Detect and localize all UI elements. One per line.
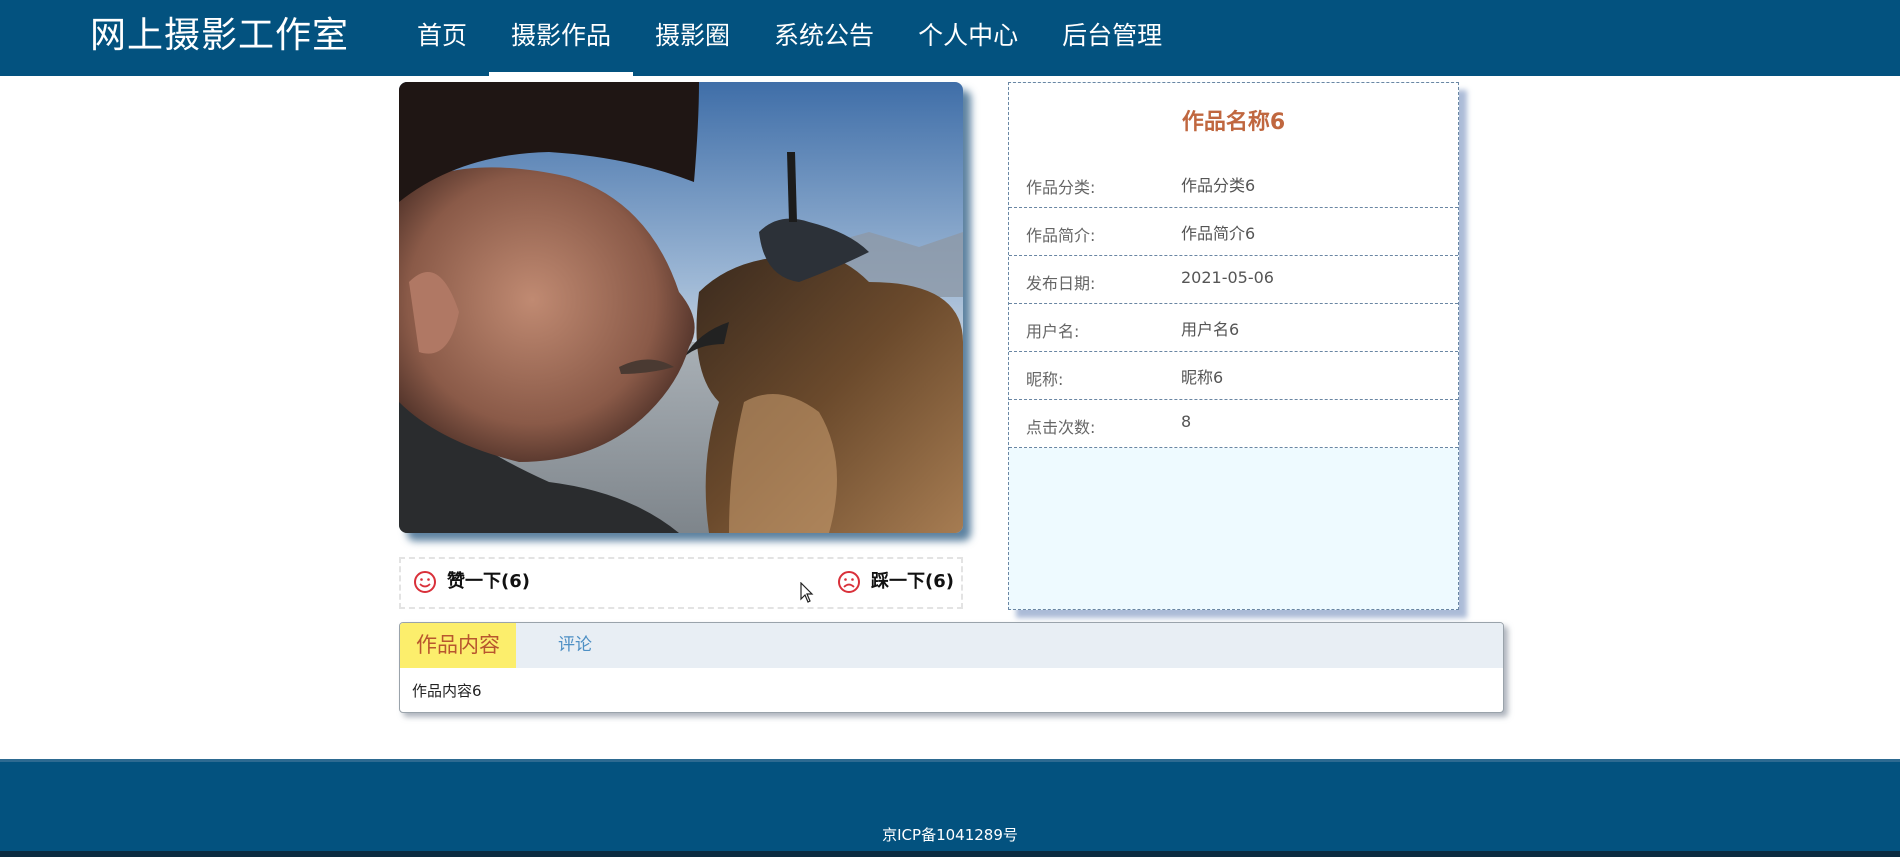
- content-tabs: 作品内容 评论 作品内容6: [399, 622, 1504, 713]
- vote-bar: 赞一下(6) 踩一下(6): [399, 557, 963, 609]
- tab-work-content[interactable]: 作品内容: [400, 623, 516, 668]
- info-value: 作品简介6: [1181, 224, 1256, 243]
- nav-item-home[interactable]: 首页: [395, 0, 489, 76]
- tab-comments[interactable]: 评论: [516, 623, 634, 668]
- frown-icon: [838, 571, 860, 593]
- smile-icon: [414, 571, 436, 593]
- tab-body-content: 作品内容6: [412, 682, 482, 700]
- info-row-nickname: 昵称: 昵称6: [1009, 352, 1458, 400]
- like-button[interactable]: 赞一下(6): [413, 570, 530, 594]
- top-header: 网上摄影工作室 首页 摄影作品 摄影圈 系统公告 个人中心 后台管理: [0, 0, 1900, 76]
- tab-header: 作品内容 评论: [400, 623, 1503, 668]
- icp-text: 京ICP备1041289号: [882, 826, 1018, 844]
- page-footer: 京ICP备1041289号: [0, 759, 1900, 857]
- work-info-panel: 作品名称6 作品分类: 作品分类6 作品简介: 作品简介6 发布日期: 2021…: [1008, 82, 1459, 610]
- info-key: 用户名:: [1026, 322, 1080, 341]
- info-row-summary: 作品简介: 作品简介6: [1009, 208, 1458, 256]
- info-key: 点击次数:: [1026, 418, 1096, 437]
- nav-item-announcements[interactable]: 系统公告: [752, 0, 896, 76]
- dislike-button[interactable]: 踩一下(6): [837, 570, 954, 594]
- info-row-date: 发布日期: 2021-05-06: [1009, 256, 1458, 304]
- info-key: 昵称:: [1026, 370, 1064, 389]
- info-value: 作品分类6: [1181, 176, 1256, 195]
- main-nav: 首页 摄影作品 摄影圈 系统公告 个人中心 后台管理: [395, 0, 1184, 76]
- nav-item-works[interactable]: 摄影作品: [489, 0, 634, 76]
- footer-bottom-bar: [0, 851, 1900, 857]
- info-value: 用户名6: [1181, 320, 1240, 339]
- info-value: 昵称6: [1181, 368, 1224, 387]
- nav-item-admin[interactable]: 后台管理: [1040, 0, 1184, 76]
- info-key: 发布日期:: [1026, 274, 1096, 293]
- nav-item-profile[interactable]: 个人中心: [896, 0, 1040, 76]
- info-key: 作品分类:: [1026, 178, 1096, 197]
- work-photo: [399, 82, 963, 533]
- site-logo[interactable]: 网上摄影工作室: [90, 12, 349, 60]
- dislike-label: 踩一下(6): [871, 571, 954, 592]
- info-key: 作品简介:: [1026, 226, 1096, 245]
- like-label: 赞一下(6): [447, 571, 530, 592]
- work-title: 作品名称6: [1009, 83, 1458, 160]
- info-value: 2021-05-06: [1181, 268, 1274, 287]
- mouse-cursor-icon: [800, 582, 814, 603]
- nav-item-circle[interactable]: 摄影圈: [633, 0, 752, 76]
- info-row-clicks: 点击次数: 8: [1009, 400, 1458, 448]
- info-value: 8: [1181, 412, 1192, 431]
- info-row-category: 作品分类: 作品分类6: [1009, 160, 1458, 208]
- info-row-username: 用户名: 用户名6: [1009, 304, 1458, 352]
